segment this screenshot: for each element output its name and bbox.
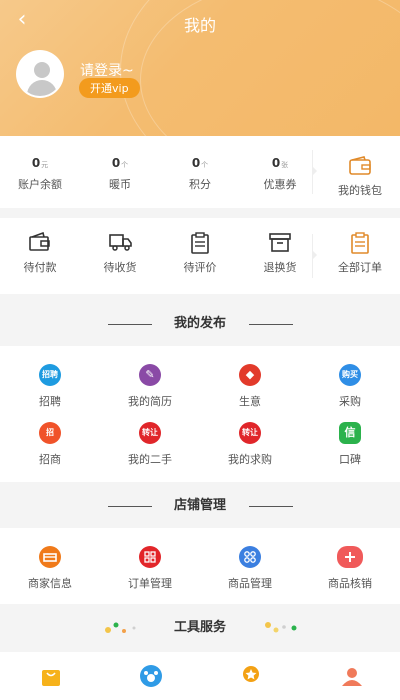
order-list-icon bbox=[349, 232, 371, 254]
stat-coupons[interactable]: 0张 优惠券 bbox=[242, 156, 318, 192]
post-recruit[interactable]: 招聘 招聘 bbox=[0, 364, 100, 409]
decoration-dots-icon bbox=[105, 622, 136, 633]
account-stats: 0元 账户余额 0个 暖币 0个 积分 0张 优惠券 我的钱包 bbox=[0, 136, 400, 208]
order-pending-review[interactable]: 待评价 bbox=[160, 232, 240, 275]
transfer-icon: 转让 bbox=[239, 422, 261, 444]
tool-services-grid bbox=[0, 652, 400, 700]
orders-panel: 待付款 待收货 待评价 退换货 全部订单 bbox=[0, 218, 400, 294]
order-label: 待付款 bbox=[23, 261, 57, 274]
post-second-hand[interactable]: 转让 我的二手 bbox=[100, 422, 200, 467]
paw-icon bbox=[139, 664, 162, 687]
grid-icon bbox=[139, 546, 161, 568]
order-label: 退换货 bbox=[263, 261, 297, 274]
shop-management-header: 店铺管理 bbox=[0, 486, 400, 526]
post-business[interactable]: ◆ 生意 bbox=[200, 364, 300, 409]
truck-icon bbox=[109, 232, 132, 254]
stat-warm-coin[interactable]: 0个 暖币 bbox=[82, 156, 158, 192]
profile-header: ‹ 我的 请登录~ 开通vip bbox=[0, 0, 400, 136]
stat-label: 账户余额 bbox=[18, 178, 62, 191]
order-pending-receipt[interactable]: 待收货 bbox=[80, 232, 160, 275]
product-verification[interactable]: 商品核销 bbox=[300, 546, 400, 591]
recruit-icon: 招聘 bbox=[39, 364, 61, 386]
reputation-icon: 信 bbox=[339, 422, 361, 444]
section-title: 店铺管理 bbox=[173, 498, 226, 513]
transfer-icon: 转让 bbox=[139, 422, 161, 444]
shop-management-grid: 商家信息 订单管理 商品管理 商品核销 bbox=[0, 528, 400, 604]
tool-item[interactable] bbox=[300, 664, 400, 686]
box-icon bbox=[269, 232, 291, 254]
all-orders-button[interactable]: 全部订单 bbox=[320, 232, 400, 275]
purchase-icon: 购买 bbox=[339, 364, 361, 386]
stat-balance[interactable]: 0元 账户余额 bbox=[2, 156, 78, 192]
my-wallet-button[interactable]: 我的钱包 bbox=[320, 156, 400, 198]
divider bbox=[312, 150, 320, 194]
order-management[interactable]: 订单管理 bbox=[100, 546, 200, 591]
people-icon bbox=[339, 664, 362, 686]
page-title: 我的 bbox=[183, 16, 216, 35]
my-posts-header: 我的发布 bbox=[0, 304, 400, 344]
wallet-icon bbox=[29, 231, 51, 254]
tool-item[interactable] bbox=[0, 664, 100, 686]
decoration-dots-icon bbox=[265, 622, 297, 633]
order-pending-payment[interactable]: 待付款 bbox=[0, 231, 80, 275]
post-resume[interactable]: ✎ 我的简历 bbox=[100, 364, 200, 409]
resume-icon: ✎ bbox=[139, 364, 161, 386]
wallet-icon bbox=[349, 156, 371, 178]
order-returns[interactable]: 退换货 bbox=[240, 232, 320, 275]
tool-services-header: 工具服务 bbox=[0, 608, 400, 648]
login-link[interactable]: 请登录~ bbox=[80, 60, 134, 80]
my-posts-grid: 招聘 招聘 ✎ 我的简历 ◆ 生意 购买 采购 招 招商 转让 我的二手 转让 … bbox=[0, 346, 400, 482]
tool-item[interactable] bbox=[100, 664, 200, 687]
order-label: 待评价 bbox=[183, 261, 217, 274]
post-investment[interactable]: 招 招商 bbox=[0, 422, 100, 467]
apps-icon bbox=[239, 546, 261, 568]
product-management[interactable]: 商品管理 bbox=[200, 546, 300, 591]
merchant-info[interactable]: 商家信息 bbox=[0, 546, 100, 591]
verify-icon bbox=[337, 546, 363, 568]
bag-icon bbox=[39, 664, 61, 686]
all-orders-label: 全部订单 bbox=[338, 261, 382, 274]
order-label: 待收货 bbox=[103, 261, 137, 274]
stat-label: 积分 bbox=[189, 178, 211, 191]
open-vip-button[interactable]: 开通vip bbox=[79, 78, 140, 98]
stat-points[interactable]: 0个 积分 bbox=[162, 156, 238, 192]
section-title: 工具服务 bbox=[173, 620, 226, 635]
tool-item[interactable] bbox=[200, 664, 300, 686]
stat-label: 暖币 bbox=[109, 178, 131, 191]
divider bbox=[312, 234, 320, 278]
post-purchase[interactable]: 购买 采购 bbox=[300, 364, 400, 409]
clipboard-icon bbox=[189, 232, 211, 254]
business-icon: ◆ bbox=[239, 364, 261, 386]
store-icon bbox=[39, 546, 61, 568]
post-wanted[interactable]: 转让 我的求购 bbox=[200, 422, 300, 467]
medal-icon bbox=[239, 664, 261, 686]
stat-label: 优惠券 bbox=[263, 178, 297, 191]
post-reputation[interactable]: 信 口碑 bbox=[300, 422, 400, 467]
avatar[interactable] bbox=[16, 50, 66, 98]
wallet-label: 我的钱包 bbox=[338, 184, 382, 197]
section-title: 我的发布 bbox=[173, 316, 226, 331]
investment-icon: 招 bbox=[39, 422, 61, 444]
